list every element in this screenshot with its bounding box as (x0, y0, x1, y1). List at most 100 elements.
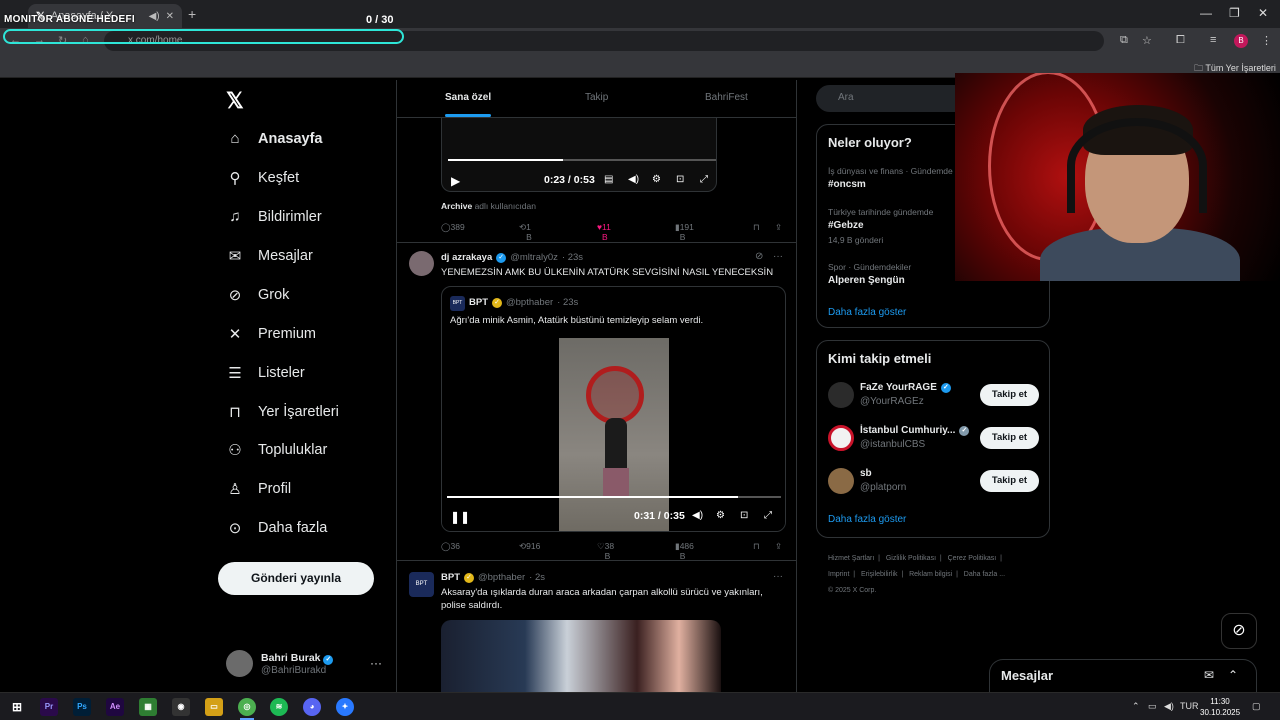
author-handle[interactable]: @bpthaber (478, 572, 525, 583)
fullscreen-icon[interactable]: ⤢ (700, 174, 708, 185)
volume-icon[interactable]: ◀) (628, 174, 639, 185)
suggestion-name[interactable]: sb (860, 468, 872, 479)
pip-icon[interactable]: ⊡ (740, 510, 748, 521)
suggestion-name[interactable]: İstanbul Cumhuriy... ✓ (860, 425, 970, 436)
after-effects-icon[interactable]: Ae (106, 698, 124, 716)
media-icon[interactable]: ≡ (1210, 34, 1216, 46)
account-switcher[interactable]: Bahri Burak ✓ @BahriBurakd (226, 650, 334, 677)
photoshop-icon[interactable]: Ps (73, 698, 91, 716)
author-handle[interactable]: @mltraly0z (510, 252, 558, 263)
avatar[interactable] (828, 382, 854, 408)
quoted-tweet[interactable]: BPT BPT ✓ @bpthaber · 23s Ağrı'da minik … (441, 286, 786, 532)
nav-premium[interactable]: ✕ Premium (226, 325, 316, 343)
tab-audio-icon[interactable]: ◀) (149, 11, 160, 22)
repost-button[interactable]: ⟲ 916 (519, 541, 540, 552)
profile-avatar[interactable]: B (1234, 34, 1248, 48)
share-icon[interactable]: ⇪ (775, 222, 782, 233)
fullscreen-icon[interactable]: ⤢ (764, 510, 772, 521)
like-button[interactable]: ♥ 11 B (597, 222, 611, 242)
network-icon[interactable]: ▭ (1148, 701, 1157, 712)
app-icon[interactable]: ✦ (336, 698, 354, 716)
tweet-media-image[interactable] (441, 620, 721, 692)
avatar[interactable] (828, 425, 854, 451)
cast-icon[interactable]: ⧉ (1120, 34, 1128, 47)
nav-notifications[interactable]: ♫ Bildirimler (226, 208, 321, 225)
bookmark-icon[interactable]: ⊓ (753, 222, 760, 233)
trend-item[interactable]: Alperen Şengün (828, 275, 905, 286)
nav-explore[interactable]: ⚲ Keşfet (226, 169, 300, 187)
footer-link[interactable]: Reklam bilgisi (909, 571, 952, 578)
star-icon[interactable]: ☆ (1142, 34, 1152, 47)
settings-icon[interactable]: ⚙ (716, 510, 725, 521)
minimize-icon[interactable]: — (1200, 6, 1212, 20)
tweet-time[interactable]: · 2s (529, 572, 545, 583)
x-logo-icon[interactable]: 𝕏 (226, 88, 244, 114)
footer-link[interactable]: Daha fazla ... (964, 571, 1005, 578)
tweet-time[interactable]: · 23s (562, 252, 583, 263)
post-button[interactable]: Gönderi yayınla (218, 562, 374, 595)
window-close-icon[interactable]: ✕ (1258, 6, 1268, 20)
windows-start-icon[interactable]: ⊞ (8, 698, 26, 716)
captions-icon[interactable]: ▤ (604, 174, 613, 185)
share-icon[interactable]: ⇪ (775, 541, 782, 552)
avatar[interactable] (409, 251, 434, 276)
views-stat[interactable]: ▮ 486 B (675, 541, 694, 561)
minecraft-icon[interactable]: ▦ (139, 698, 157, 716)
obs-icon[interactable]: ◉ (172, 698, 190, 716)
messages-drawer[interactable]: Mesajlar ✉ ⌃ (989, 659, 1257, 692)
menu-kebab-icon[interactable]: ⋮ (1261, 34, 1272, 47)
tab-following[interactable]: Takip (585, 92, 608, 103)
reply-button[interactable]: ◯ 36 (441, 541, 460, 552)
notification-icon[interactable]: ▢ (1252, 701, 1261, 712)
nav-messages[interactable]: ✉ Mesajlar (226, 247, 313, 265)
account-more-icon[interactable]: ··· (370, 656, 382, 670)
nav-home[interactable]: ⌂ Anasayfa (226, 130, 322, 147)
pause-icon[interactable]: ❚❚ (450, 510, 470, 524)
footer-link[interactable]: Hizmet Şartları (828, 555, 874, 562)
tweet-more-icon[interactable]: ··· (773, 571, 783, 582)
nav-bookmarks[interactable]: ⊓ Yer İşaretleri (226, 403, 339, 421)
volume-icon[interactable]: ◀) (1164, 701, 1174, 712)
tray-chevron-icon[interactable]: ⌃ (1132, 701, 1140, 712)
nav-lists[interactable]: ☰ Listeler (226, 364, 304, 382)
file-explorer-icon[interactable]: ▭ (205, 698, 223, 716)
clock[interactable]: 11:30 30.10.2025 (1200, 696, 1240, 718)
nav-communities[interactable]: ⚇ Topluluklar (226, 441, 327, 459)
avatar[interactable] (828, 468, 854, 494)
tweet-more-icon[interactable]: ··· (773, 251, 783, 262)
reply-button[interactable]: ◯ 389 (441, 222, 465, 233)
author-name[interactable]: BPT (441, 572, 460, 583)
views-stat[interactable]: ▮ 191 B (675, 222, 694, 242)
grok-float-button[interactable]: ⊘ (1221, 613, 1257, 649)
settings-icon[interactable]: ⚙ (652, 174, 661, 185)
pip-icon[interactable]: ⊡ (676, 174, 684, 185)
footer-link[interactable]: Çerez Politikası (948, 555, 997, 562)
follow-button[interactable]: Takip et (980, 427, 1039, 449)
avatar[interactable]: BPT (409, 572, 434, 597)
nav-grok[interactable]: ⊘ Grok (226, 286, 290, 304)
author-name[interactable]: dj azrakaya (441, 252, 492, 263)
extensions-icon[interactable]: ⧠ (1176, 34, 1185, 47)
language-indicator[interactable]: TUR (1180, 701, 1199, 711)
follow-button[interactable]: Takip et (980, 470, 1039, 492)
expand-icon[interactable]: ⌃ (1228, 668, 1238, 682)
repost-button[interactable]: ⟲ 1 B (519, 222, 532, 242)
play-icon[interactable]: ▶ (451, 174, 460, 188)
tab-for-you[interactable]: Sana özel (445, 92, 491, 103)
nav-profile[interactable]: ♙ Profil (226, 480, 291, 498)
suggestion-name[interactable]: FaZe YourRAGE ✓ (860, 382, 951, 393)
new-message-icon[interactable]: ✉ (1204, 668, 1214, 682)
premiere-icon[interactable]: Pr (40, 698, 58, 716)
trend-item[interactable]: #oncsm (828, 179, 866, 190)
trend-item[interactable]: #Gebze (828, 220, 864, 231)
discord-icon[interactable]: ◕ (303, 698, 321, 716)
tab-bahrifest[interactable]: BahriFest (705, 92, 748, 103)
tab-close-icon[interactable]: ✕ (166, 11, 174, 22)
who-to-follow-show-more[interactable]: Daha fazla göster (828, 514, 906, 525)
footer-link[interactable]: Imprint (828, 571, 849, 578)
new-tab-button[interactable]: + (188, 6, 196, 22)
spotify-icon[interactable]: ≋ (270, 698, 288, 716)
grok-icon[interactable]: ⊘ (755, 251, 763, 262)
bookmark-icon[interactable]: ⊓ (753, 541, 760, 552)
video-player[interactable]: ❚❚ 0:31 / 0:35 ◀) ⚙ ⊡ ⤢ (442, 338, 785, 531)
